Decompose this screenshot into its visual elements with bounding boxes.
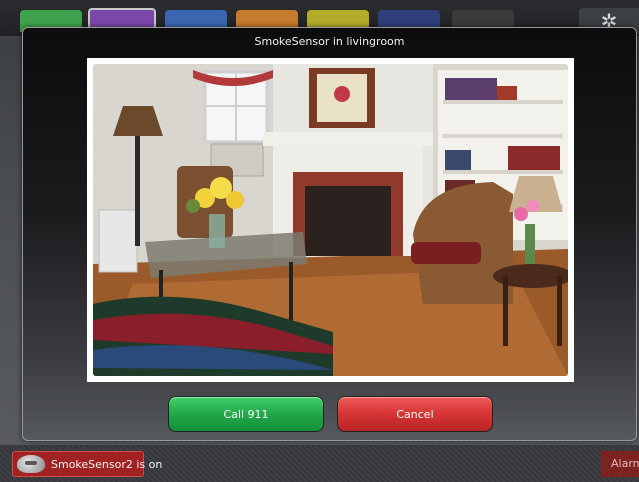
livingroom-image [93, 64, 568, 376]
notification-badge[interactable]: SmokeSensor2 is on [12, 451, 162, 477]
notification-text: SmokeSensor2 is on [51, 457, 163, 471]
camera-photo-frame [87, 58, 574, 382]
dialog-title: SmokeSensor in livingroom [254, 35, 405, 48]
livingroom-photo [93, 64, 568, 376]
cancel-button[interactable]: Cancel [337, 396, 493, 432]
alarm-button[interactable]: Alarm [601, 451, 639, 477]
bottom-status-bar: SmokeSensor2 is on Alarm [0, 444, 639, 482]
smoke-sensor-icon [17, 455, 45, 473]
call-911-button[interactable]: Call 911 [168, 396, 324, 432]
sensor-dialog: SmokeSensor in livingroom Call 911 Cance… [22, 27, 637, 441]
